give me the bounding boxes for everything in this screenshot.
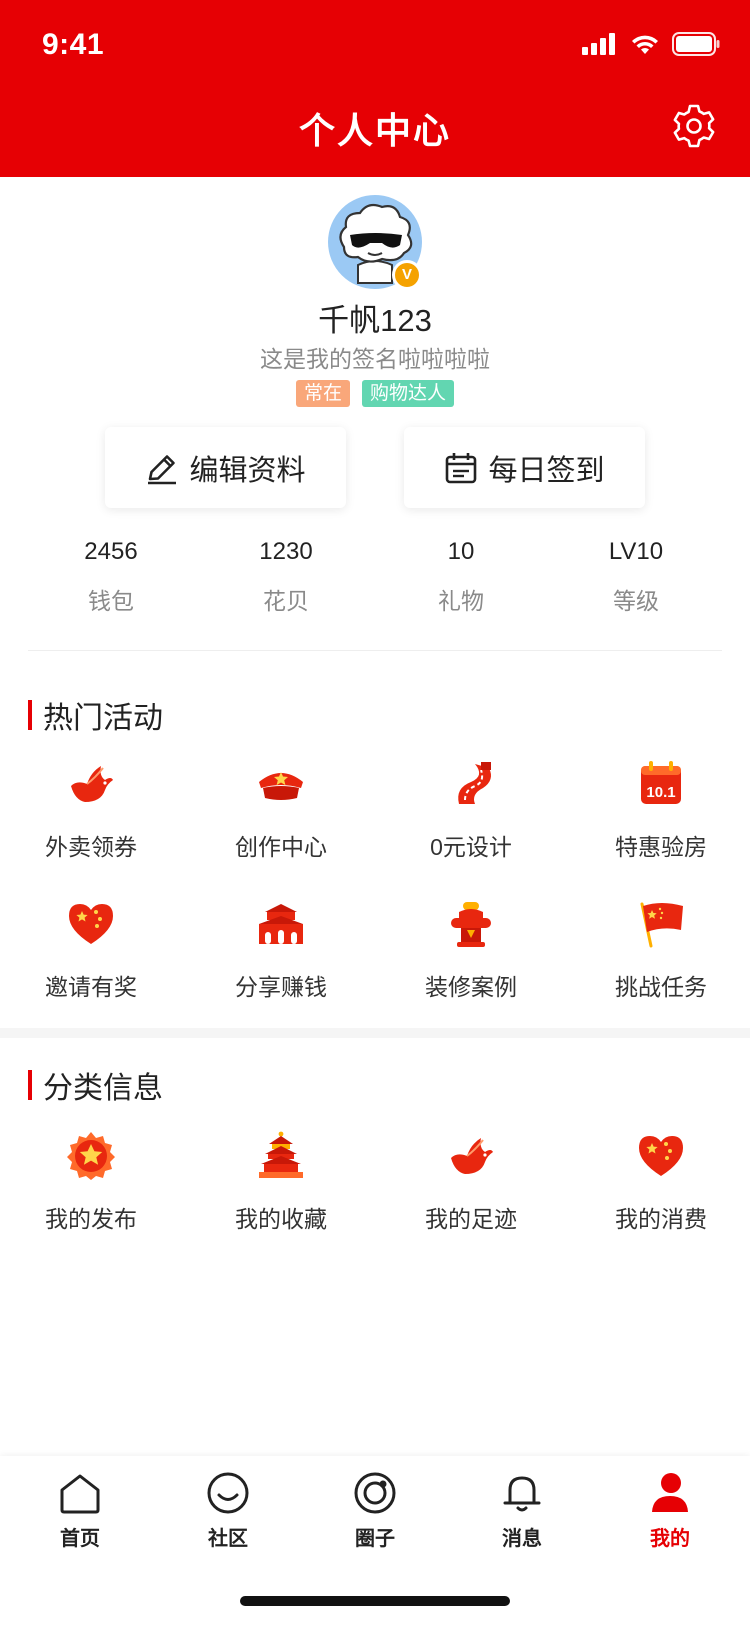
tab-label: 圈子 — [355, 1528, 395, 1550]
divider — [28, 650, 722, 651]
grid-label: 外卖领券 — [45, 834, 137, 860]
grid-item-house-inspection[interactable]: 10.1 特惠验房 — [576, 758, 746, 862]
stat-value: LV10 — [608, 538, 664, 565]
dove-icon — [71, 766, 113, 802]
grid-item-my-favorites[interactable]: 我的收藏 — [196, 1130, 366, 1234]
cap-icon — [259, 772, 303, 800]
grid-item-my-posts[interactable]: 我的发布 — [6, 1130, 176, 1234]
heart-star-icon — [639, 1136, 683, 1176]
section-title-text: 热门活动 — [43, 702, 163, 735]
wifi-icon — [632, 35, 658, 54]
pencil-icon — [148, 454, 177, 484]
tab-circle[interactable]: 圈子 — [315, 1470, 435, 1551]
status-time: 9:41 — [42, 28, 105, 61]
grid-item-share-earn[interactable]: 分享赚钱 — [196, 898, 366, 1002]
section-title-hot: 热门活动 — [28, 693, 163, 737]
temple-icon — [259, 1131, 303, 1178]
section-accent-bar — [28, 700, 32, 730]
stat-gifts[interactable]: 10 礼物 — [386, 538, 536, 616]
grid-item-creator-center[interactable]: 创作中心 — [196, 758, 366, 862]
grid-label: 装修案例 — [425, 974, 517, 1000]
grid-item-renovation-cases[interactable]: 装修案例 — [386, 898, 556, 1002]
grid-item-takeout-coupon[interactable]: 外卖领券 — [6, 758, 176, 862]
emblem-icon — [67, 1132, 115, 1180]
stat-value: 2456 — [84, 538, 138, 565]
grid-item-my-footprints[interactable]: 我的足迹 — [386, 1130, 556, 1234]
grid-label: 创作中心 — [235, 834, 327, 860]
header: 9:41 个人中心 — [0, 0, 750, 177]
daily-checkin-label: 每日签到 — [488, 454, 605, 487]
tab-home[interactable]: 首页 — [20, 1470, 140, 1551]
grid-label: 我的消费 — [615, 1206, 707, 1232]
stat-label: 礼物 — [438, 588, 484, 614]
flag-icon — [640, 902, 683, 948]
page-title: 个人中心 — [298, 110, 451, 151]
section-title-text: 分类信息 — [43, 1072, 163, 1105]
grid-label: 我的足迹 — [425, 1206, 517, 1232]
signature: 这是我的签名啦啦啦啦 — [260, 346, 490, 372]
grid-item-challenge-tasks[interactable]: 挑战任务 — [576, 898, 746, 1002]
grid-label: 特惠验房 — [615, 834, 707, 860]
stat-label: 钱包 — [88, 588, 134, 614]
grid-label: 邀请有奖 — [45, 974, 137, 1000]
stat-huabei[interactable]: 1230 花贝 — [211, 538, 361, 616]
tab-mine[interactable]: 我的 — [610, 1470, 730, 1551]
tag-shopper: 购物达人 — [362, 380, 455, 407]
bell-icon — [503, 1476, 541, 1512]
stat-label: 花贝 — [263, 588, 309, 614]
stat-value: 10 — [447, 538, 475, 565]
tab-label: 首页 — [60, 1528, 100, 1550]
grid-item-my-spending[interactable]: 我的消费 — [576, 1130, 746, 1234]
profile-page: 9:41 个人中心 V 千帆123 这是我的签名啦啦啦啦 常在 购物达人 编辑资… — [0, 0, 750, 1626]
smile-icon — [207, 1472, 249, 1514]
home-icon — [60, 1474, 100, 1514]
tag-frequent: 常在 — [295, 380, 350, 407]
status-icons — [582, 32, 720, 56]
gate-icon — [259, 904, 303, 944]
grid-label: 分享赚钱 — [235, 974, 327, 1000]
stat-level[interactable]: LV10 等级 — [561, 538, 711, 616]
home-indicator — [240, 1596, 510, 1606]
calendar-icon — [446, 452, 477, 483]
stat-label: 等级 — [613, 588, 659, 614]
battery-icon — [672, 32, 720, 56]
dove-icon — [451, 1138, 493, 1174]
calendar-icon: 10.1 — [641, 761, 681, 804]
stat-wallet[interactable]: 2456 钱包 — [36, 538, 186, 616]
tab-label: 社区 — [208, 1528, 248, 1550]
edit-profile-label: 编辑资料 — [189, 454, 306, 487]
svg-text:10.1: 10.1 — [646, 784, 675, 801]
heart-star-icon — [69, 904, 113, 944]
user-icon — [652, 1473, 688, 1512]
daily-checkin-button[interactable]: 每日签到 — [404, 427, 645, 508]
grid-item-invite-reward[interactable]: 邀请有奖 — [6, 898, 176, 1002]
tab-label: 消息 — [502, 1528, 542, 1550]
section-accent-bar — [28, 1070, 32, 1100]
grid-item-free-design[interactable]: 0元设计 — [386, 758, 556, 862]
road-icon — [458, 762, 491, 804]
tab-messages[interactable]: 消息 — [462, 1470, 582, 1551]
section-separator — [0, 1028, 750, 1038]
hydrant-icon — [451, 902, 491, 947]
user-tags: 常在 购物达人 — [0, 380, 750, 407]
tab-community[interactable]: 社区 — [168, 1470, 288, 1551]
grid-label: 0元设计 — [430, 834, 512, 860]
section-title-categories: 分类信息 — [28, 1063, 163, 1107]
username: 千帆123 — [318, 303, 432, 338]
stat-value: 1230 — [259, 538, 313, 565]
grid-label: 我的发布 — [45, 1206, 137, 1232]
edit-profile-button[interactable]: 编辑资料 — [105, 427, 346, 508]
tab-label: 我的 — [650, 1528, 690, 1550]
verified-badge: V — [392, 260, 422, 290]
grid-label: 我的收藏 — [235, 1206, 327, 1232]
gear-icon[interactable] — [670, 102, 718, 150]
grid-label: 挑战任务 — [615, 974, 707, 1000]
signal-icon — [582, 33, 615, 55]
circle-icon — [354, 1472, 396, 1514]
